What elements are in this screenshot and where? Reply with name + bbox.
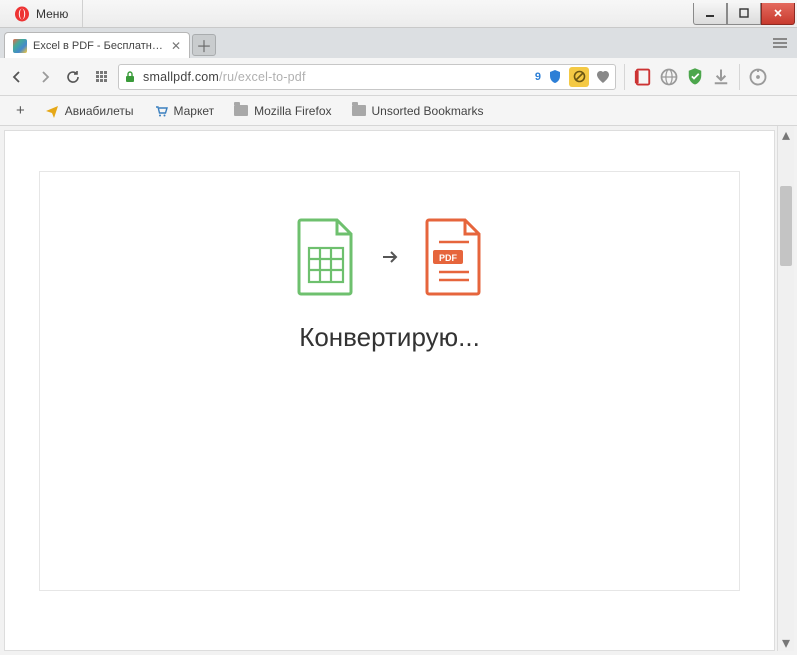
- speeddial-button[interactable]: [90, 66, 112, 88]
- back-button[interactable]: [6, 66, 28, 88]
- bookmark-item[interactable]: Маркет: [146, 101, 223, 121]
- plane-icon: [45, 104, 59, 118]
- minimize-button[interactable]: [693, 3, 727, 25]
- excel-doc-icon: [295, 218, 357, 296]
- app-menu-button[interactable]: Меню: [0, 0, 83, 27]
- bookmarks-bar: + Авиабилеты Маркет Mozilla Firefox Unso…: [0, 96, 797, 126]
- conversion-graphic: PDF: [295, 218, 485, 296]
- browser-tab[interactable]: Excel в PDF - Бесплатная к ✕: [4, 32, 190, 58]
- bookmark-label: Unsorted Bookmarks: [372, 104, 484, 118]
- add-bookmark-button[interactable]: +: [8, 102, 33, 119]
- tab-strip: Excel в PDF - Бесплатная к ✕ ＋: [0, 28, 797, 58]
- pdf-doc-icon: PDF: [423, 218, 485, 296]
- toolbar: smallpdf.com/ru/excel-to-pdf 9: [0, 58, 797, 96]
- svg-text:PDF: PDF: [439, 253, 458, 263]
- reload-button[interactable]: [62, 66, 84, 88]
- bookmark-label: Mozilla Firefox: [254, 104, 331, 118]
- shield-icon[interactable]: [547, 69, 563, 85]
- tab-close-button[interactable]: ✕: [169, 39, 183, 53]
- bookmark-label: Авиабилеты: [65, 104, 134, 118]
- page-viewport: PDF Конвертирую...: [0, 126, 797, 655]
- folder-icon: [352, 104, 366, 118]
- address-bar[interactable]: smallpdf.com/ru/excel-to-pdf 9: [118, 64, 616, 90]
- status-text: Конвертирую...: [299, 322, 480, 353]
- scroll-up-button[interactable]: ▴: [778, 126, 794, 143]
- converter-card: PDF Конвертирую...: [39, 171, 740, 591]
- lock-icon: [123, 70, 137, 84]
- tab-menu-button[interactable]: [769, 32, 791, 54]
- bookmark-label: Маркет: [174, 104, 215, 118]
- opera-logo-icon: [14, 6, 30, 22]
- app-menu-label: Меню: [36, 7, 68, 21]
- bookmark-folder[interactable]: Unsorted Bookmarks: [344, 101, 492, 121]
- folder-icon: [234, 104, 248, 118]
- vertical-scrollbar[interactable]: ▴ ▾: [777, 126, 794, 651]
- download-icon[interactable]: [711, 67, 731, 87]
- window-titlebar: Меню: [0, 0, 797, 28]
- forward-button[interactable]: [34, 66, 56, 88]
- heart-icon[interactable]: [595, 69, 611, 85]
- sidebar-notes-icon[interactable]: [633, 67, 653, 87]
- page-body: PDF Конвертирую...: [4, 130, 775, 651]
- url-text: smallpdf.com/ru/excel-to-pdf: [143, 70, 306, 84]
- tab-favicon-icon: [13, 39, 27, 53]
- scroll-thumb[interactable]: [780, 186, 792, 266]
- bookmark-folder[interactable]: Mozilla Firefox: [226, 101, 339, 121]
- close-button[interactable]: [761, 3, 795, 25]
- notification-count: 9: [535, 71, 541, 83]
- scroll-down-button[interactable]: ▾: [778, 634, 794, 651]
- arrow-right-icon: [379, 246, 401, 268]
- sync-icon[interactable]: [748, 67, 768, 87]
- cart-icon: [154, 104, 168, 118]
- block-badge-icon[interactable]: [569, 67, 589, 87]
- window-controls: [693, 3, 795, 25]
- tab-title: Excel в PDF - Бесплатная к: [33, 40, 163, 52]
- new-tab-button[interactable]: ＋: [192, 34, 216, 56]
- globe-icon[interactable]: [659, 67, 679, 87]
- maximize-button[interactable]: [727, 3, 761, 25]
- bookmark-item[interactable]: Авиабилеты: [37, 101, 142, 121]
- shield-check-icon[interactable]: [685, 67, 705, 87]
